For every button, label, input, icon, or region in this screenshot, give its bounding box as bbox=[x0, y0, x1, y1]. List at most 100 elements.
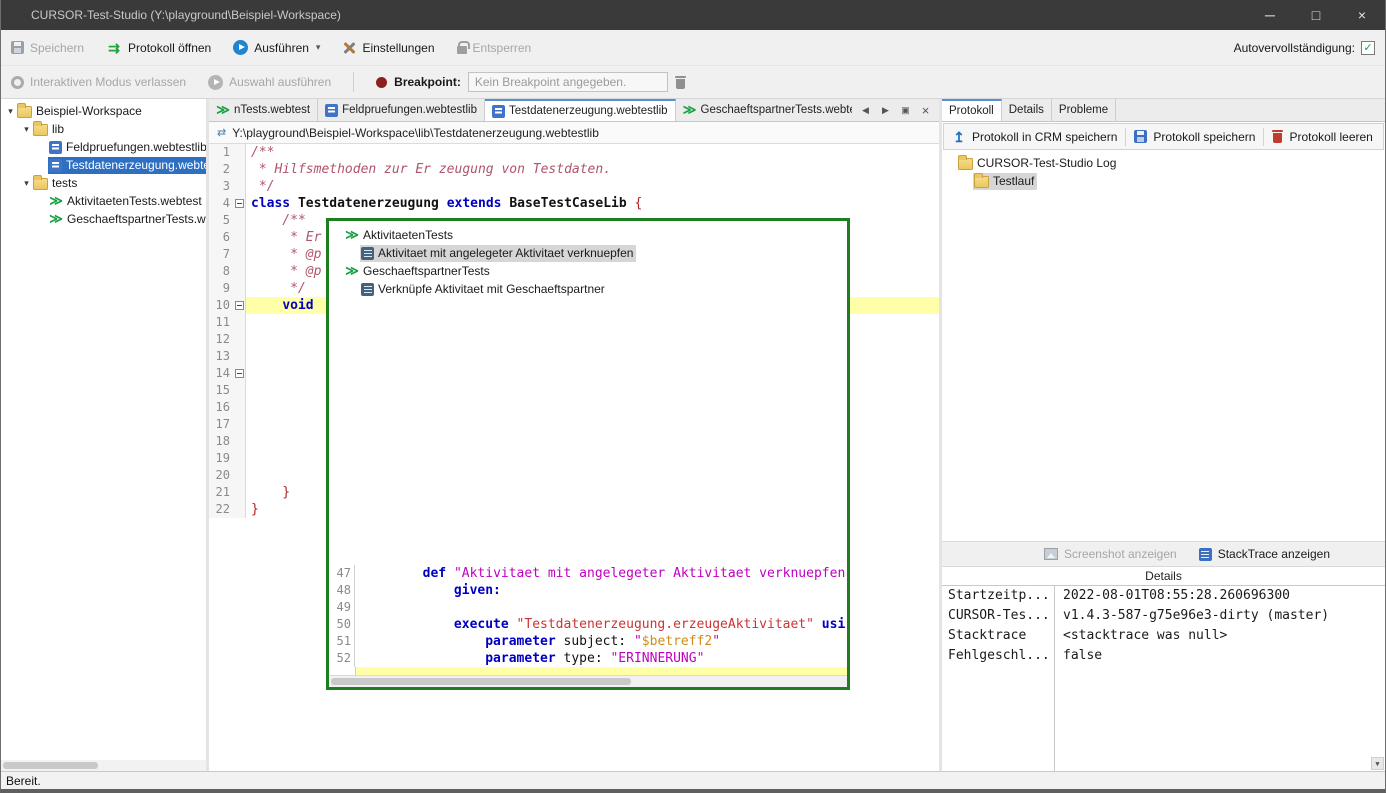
autocomplete-checkbox-icon[interactable]: ✓ bbox=[1361, 41, 1375, 55]
webtest-icon bbox=[49, 194, 63, 208]
tree-item-content: GeschaeftspartnerTests.webtest bbox=[48, 211, 206, 228]
clear-breakpoint-trash-icon[interactable] bbox=[675, 76, 686, 89]
show-screenshot-button[interactable]: Screenshot anzeigen bbox=[1044, 547, 1177, 561]
protokoll-in-crm-speichern-button[interactable]: Protokoll in CRM speichern bbox=[952, 130, 1117, 144]
settings-button[interactable]: Einstellungen bbox=[342, 41, 434, 55]
details-value: 2022-08-01T08:55:28.260696300 bbox=[1054, 586, 1290, 606]
tree-item-beispiel-workspace[interactable]: ▾Beispiel-Workspace bbox=[1, 102, 206, 120]
fold-gutter bbox=[233, 467, 246, 484]
tab-testdatenerzeugung-webtestlib[interactable]: Testdatenerzeugung.webtestlib bbox=[485, 99, 676, 121]
fold-gutter bbox=[233, 280, 246, 297]
tree-item-testdatenerzeugung-webtestlib[interactable]: Testdatenerzeugung.webtestlib bbox=[1, 156, 206, 174]
line-number: 5 bbox=[209, 212, 233, 229]
code-line-4: 4class Testdatenerzeugung extends BaseTe… bbox=[209, 195, 939, 212]
tree-item-content: AktivitaetenTests.webtest bbox=[48, 193, 206, 210]
tab-close-button[interactable]: × bbox=[917, 102, 934, 119]
popup-horizontal-scrollbar[interactable] bbox=[329, 675, 847, 687]
tree-item-testlauf[interactable]: Testlauf bbox=[942, 172, 1385, 190]
line-number: 2 bbox=[209, 161, 233, 178]
open-protocol-button[interactable]: Protokoll öffnen bbox=[106, 41, 211, 55]
interactive-mode-icon bbox=[11, 76, 24, 89]
line-number: 10 bbox=[209, 297, 233, 314]
fold-gutter bbox=[233, 246, 246, 263]
fold-gutter bbox=[233, 433, 246, 450]
code-token: parameter bbox=[485, 634, 555, 649]
fold-collapse-icon[interactable] bbox=[235, 199, 244, 208]
show-stacktrace-button[interactable]: StackTrace anzeigen bbox=[1199, 547, 1330, 561]
run-dropdown-caret-icon[interactable]: ▾ bbox=[316, 42, 321, 53]
tab-scroll-left-button[interactable]: ◀ bbox=[857, 102, 874, 119]
expand-arrow-icon[interactable]: ▾ bbox=[21, 124, 32, 135]
protokoll-leeren-button[interactable]: Protokoll leeren bbox=[1272, 130, 1372, 144]
details-table: Details Startzeitp...2022-08-01T08:55:28… bbox=[942, 567, 1385, 771]
run-selection-button[interactable]: Auswahl ausführen bbox=[208, 75, 331, 90]
tab-feldpruefungen-webtestlib[interactable]: Feldpruefungen.webtestlib bbox=[318, 99, 485, 121]
sidebar-horizontal-scrollbar[interactable] bbox=[1, 760, 206, 771]
unlock-button[interactable]: Entsperren bbox=[457, 41, 532, 55]
breakpoint-input[interactable] bbox=[468, 72, 668, 92]
tree-item-verkn-pfe-aktivitaet-mit-geschaeftspartner[interactable]: Verknüpfe Aktivitaet mit Geschaeftspartn… bbox=[329, 280, 847, 298]
protokoll-speichern-button[interactable]: Protokoll speichern bbox=[1134, 130, 1255, 144]
code-token bbox=[360, 634, 485, 649]
details-value: false bbox=[1054, 646, 1102, 666]
maximize-button[interactable]: □ bbox=[1293, 0, 1339, 30]
tab-geschaeftspartnertests-webtest[interactable]: GeschaeftspartnerTests.webtest bbox=[676, 99, 852, 121]
line-number: 48 bbox=[329, 582, 355, 599]
save-button[interactable]: Speichern bbox=[11, 41, 84, 55]
leave-interactive-mode-button[interactable]: Interaktiven Modus verlassen bbox=[11, 75, 186, 89]
tree-item-aktivitaet-mit-angelegeter-aktivitaet-verknuepfen[interactable]: Aktivitaet mit angelegeter Aktivitaet ve… bbox=[329, 244, 847, 262]
details-scroll-down-button[interactable]: ▼ bbox=[1371, 757, 1384, 770]
button-label: Protokoll leeren bbox=[1289, 130, 1372, 144]
line-number: 7 bbox=[209, 246, 233, 263]
tree-item-geschaeftspartnertests[interactable]: GeschaeftspartnerTests bbox=[329, 262, 847, 280]
test-code-preview: 47 def "Aktivitaet mit angelegeter Aktiv… bbox=[329, 565, 847, 667]
popup-spacer bbox=[329, 298, 847, 565]
expand-arrow-icon[interactable]: ▾ bbox=[5, 106, 16, 117]
fold-gutter bbox=[233, 331, 246, 348]
code-token: type: bbox=[556, 651, 611, 666]
editor-tab-bar: nTests.webtest Feldpruefungen.webtestlibT… bbox=[209, 99, 939, 122]
code-token bbox=[360, 617, 454, 632]
fold-collapse-icon[interactable] bbox=[235, 369, 244, 378]
fold-marker bbox=[233, 297, 246, 314]
tab-scroll-right-button[interactable]: ▶ bbox=[877, 102, 894, 119]
autocomplete-toggle[interactable]: Autovervollständigung: ✓ bbox=[1234, 41, 1375, 55]
tree-item-feldpruefungen-webtestlib[interactable]: Feldpruefungen.webtestlib bbox=[1, 138, 206, 156]
minimize-button[interactable]: ─ bbox=[1247, 0, 1293, 30]
protocol-toolbar: Protokoll in CRM speichern Protokoll spei… bbox=[943, 123, 1384, 150]
tab-protokoll[interactable]: Protokoll bbox=[942, 99, 1002, 121]
title-bar[interactable]: CURSOR-Test-Studio (Y:\playground\Beispi… bbox=[1, 0, 1385, 30]
code-token bbox=[627, 196, 635, 211]
tree-item-content: Aktivitaet mit angelegeter Aktivitaet ve… bbox=[360, 245, 636, 262]
tab-details[interactable]: Details bbox=[1002, 99, 1052, 121]
file-path: Y:\playground\Beispiel-Workspace\lib\Tes… bbox=[232, 126, 599, 140]
toolbar-separator bbox=[1263, 128, 1264, 146]
tab-probleme[interactable]: Probleme bbox=[1052, 99, 1116, 121]
status-text: Bereit. bbox=[6, 774, 41, 788]
tab-ntests-webtest[interactable]: nTests.webtest bbox=[209, 99, 318, 121]
code-text: execute "Testdatenerzeugung.erzeugeAktiv… bbox=[355, 616, 847, 633]
tree-item-content: GeschaeftspartnerTests bbox=[344, 263, 493, 280]
line-number: 9 bbox=[209, 280, 233, 297]
tab-label: nTests.webtest bbox=[234, 104, 310, 116]
webtest-icon bbox=[683, 103, 697, 117]
code-text bbox=[355, 599, 847, 616]
tab-label: Protokoll bbox=[949, 105, 994, 117]
expand-arrow-icon[interactable]: ▾ bbox=[21, 178, 32, 189]
tree-item-label: AktivitaetenTests bbox=[363, 228, 453, 242]
run-button[interactable]: Ausführen ▾ bbox=[233, 40, 320, 55]
sidebar-scrollbar-thumb[interactable] bbox=[3, 762, 98, 769]
popup-scrollbar-thumb[interactable] bbox=[331, 678, 631, 685]
tree-item-lib[interactable]: ▾lib bbox=[1, 120, 206, 138]
close-button[interactable]: × bbox=[1339, 0, 1385, 30]
tree-item-aktivitaetentests-webtest[interactable]: AktivitaetenTests.webtest bbox=[1, 192, 206, 210]
file-path-bar: ⇄ Y:\playground\Beispiel-Workspace\lib\T… bbox=[209, 122, 939, 144]
tree-item-cursor-test-studio-log[interactable]: CURSOR-Test-Studio Log bbox=[942, 154, 1385, 172]
tree-item-tests[interactable]: ▾tests bbox=[1, 174, 206, 192]
code-text: * Hilfsmethoden zur Er zeugung von Testd… bbox=[246, 161, 939, 178]
tree-item-geschaeftspartnertests-webtest[interactable]: GeschaeftspartnerTests.webtest bbox=[1, 210, 206, 228]
tab-maximize-button[interactable]: ▣ bbox=[897, 102, 914, 119]
show-stacktrace-label: StackTrace anzeigen bbox=[1218, 547, 1330, 561]
tree-item-aktivitaetentests[interactable]: AktivitaetenTests bbox=[329, 226, 847, 244]
fold-collapse-icon[interactable] bbox=[235, 301, 244, 310]
